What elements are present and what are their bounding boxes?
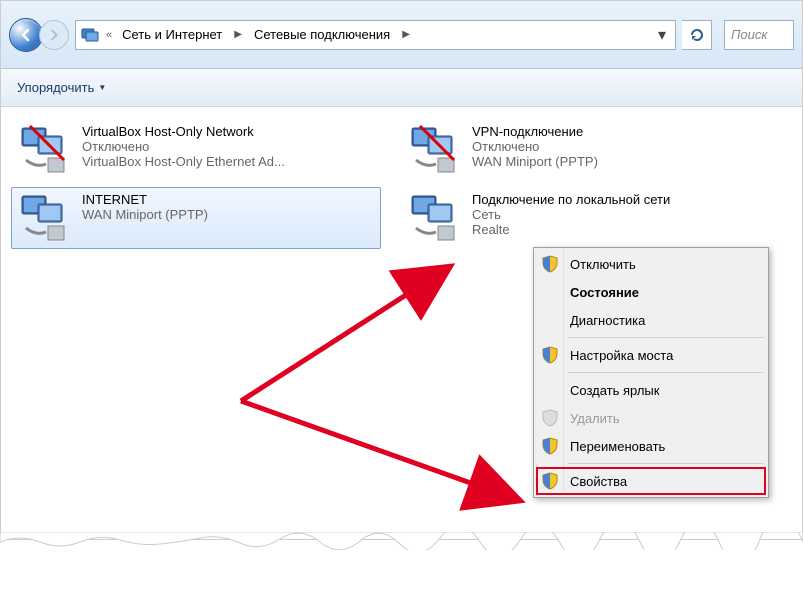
network-adapter-icon (16, 124, 74, 176)
breadcrumb-level1[interactable]: Сеть и Интернет (118, 27, 226, 42)
toolbar: Упорядочить ▼ (1, 69, 802, 107)
breadcrumb-bar[interactable]: « Сеть и Интернет ▶ Сетевые подключения … (75, 20, 676, 50)
address-dropdown-icon[interactable]: ▾ (653, 26, 671, 44)
context-menu: Отключить Состояние Диагностика Настройк… (533, 247, 769, 498)
nav-back-button[interactable] (9, 18, 43, 52)
ctx-label: Переименовать (570, 439, 665, 454)
ctx-label: Диагностика (570, 313, 645, 328)
search-input[interactable]: Поиск (724, 20, 794, 50)
chevron-right-icon[interactable]: ▶ (232, 29, 244, 40)
address-bar: « Сеть и Интернет ▶ Сетевые подключения … (1, 1, 802, 69)
breadcrumb-overflow-icon[interactable]: « (106, 29, 112, 41)
ctx-label: Создать ярлык (570, 383, 659, 398)
connections-list: VirtualBox Host-Only Network Отключено V… (1, 107, 802, 261)
connection-name: VirtualBox Host-Only Network (82, 124, 376, 139)
menu-separator (568, 372, 764, 373)
connection-item[interactable]: Подключение по локальной сети Сеть Realt… (401, 187, 771, 249)
connection-name: Подключение по локальной сети (472, 192, 766, 207)
shield-icon (540, 345, 560, 365)
refresh-button[interactable] (682, 20, 712, 50)
ctx-label: Свойства (570, 474, 627, 489)
connection-item-selected[interactable]: INTERNET WAN Miniport (PPTP) (11, 187, 381, 249)
menu-separator (568, 337, 764, 338)
connection-device: Realte (472, 222, 766, 237)
ctx-diagnostics[interactable]: Диагностика (536, 306, 766, 334)
breadcrumb-level2[interactable]: Сетевые подключения (250, 27, 394, 42)
ctx-label: Настройка моста (570, 348, 673, 363)
shield-icon (540, 254, 560, 274)
chevron-right-icon[interactable]: ▶ (400, 29, 412, 40)
torn-edge-decoration (0, 532, 803, 550)
ctx-disable[interactable]: Отключить (536, 250, 766, 278)
network-connections-icon (80, 25, 100, 45)
ctx-label: Удалить (570, 411, 620, 426)
connection-device: VirtualBox Host-Only Ethernet Ad... (82, 154, 376, 169)
ctx-properties[interactable]: Свойства (536, 467, 766, 495)
search-placeholder: Поиск (731, 27, 768, 42)
menu-separator (568, 463, 764, 464)
ctx-label: Состояние (570, 285, 639, 300)
connection-device: WAN Miniport (PPTP) (472, 154, 766, 169)
ctx-delete: Удалить (536, 404, 766, 432)
nav-forward-button[interactable] (39, 20, 69, 50)
ctx-status[interactable]: Состояние (536, 278, 766, 306)
network-adapter-icon (16, 192, 74, 244)
connection-status: Сеть (472, 207, 766, 222)
ctx-label: Отключить (570, 257, 636, 272)
chevron-down-icon: ▼ (98, 83, 106, 92)
connection-status: Отключено (472, 139, 766, 154)
network-adapter-icon (406, 124, 464, 176)
connection-name: VPN-подключение (472, 124, 766, 139)
shield-icon (540, 471, 560, 491)
connection-device: WAN Miniport (PPTP) (82, 207, 376, 222)
ctx-rename[interactable]: Переименовать (536, 432, 766, 460)
connection-item[interactable]: VPN-подключение Отключено WAN Miniport (… (401, 119, 771, 181)
organize-button[interactable]: Упорядочить ▼ (11, 76, 112, 99)
connection-name: INTERNET (82, 192, 376, 207)
network-adapter-icon (406, 192, 464, 244)
ctx-bridge[interactable]: Настройка моста (536, 341, 766, 369)
connection-status: Отключено (82, 139, 376, 154)
connection-item[interactable]: VirtualBox Host-Only Network Отключено V… (11, 119, 381, 181)
ctx-shortcut[interactable]: Создать ярлык (536, 376, 766, 404)
shield-icon-disabled (540, 408, 560, 428)
organize-label: Упорядочить (17, 80, 94, 95)
shield-icon (540, 436, 560, 456)
